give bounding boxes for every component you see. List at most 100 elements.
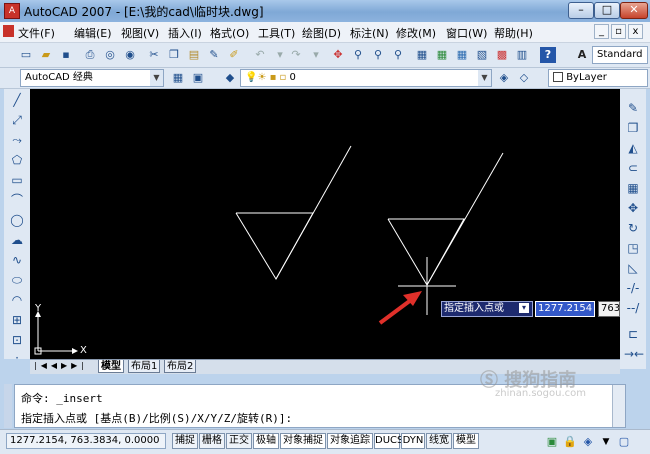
scale-icon[interactable]: ◳ bbox=[624, 239, 642, 257]
arc-icon[interactable]: ⌒ bbox=[8, 191, 26, 209]
menu-file[interactable]: 文件(F) bbox=[18, 25, 55, 41]
array-icon[interactable]: ▦ bbox=[624, 179, 642, 197]
lineweight-toggle[interactable]: 线宽 bbox=[426, 433, 452, 449]
offset-icon[interactable]: ⊂ bbox=[624, 159, 642, 177]
zoom-window-icon[interactable]: ⚲ bbox=[370, 47, 386, 63]
rotate-icon[interactable]: ↻ bbox=[624, 219, 642, 237]
menu-edit[interactable]: 编辑(E) bbox=[74, 25, 112, 41]
sheet-set-icon[interactable]: ▧ bbox=[474, 47, 490, 63]
print-preview-icon[interactable]: ◎ bbox=[102, 47, 118, 63]
document-icon[interactable] bbox=[3, 25, 14, 37]
otrack-toggle[interactable]: 对象追踪 bbox=[327, 433, 373, 449]
ellipse-arc-icon[interactable]: ◠ bbox=[8, 291, 26, 309]
break-icon[interactable]: ⊏ bbox=[624, 325, 642, 343]
redo-dropdown-icon[interactable]: ▾ bbox=[308, 47, 324, 63]
save-icon[interactable]: ▪ bbox=[58, 47, 74, 63]
layer-previous-icon[interactable]: ◇ bbox=[516, 70, 532, 86]
my-workspace-icon[interactable]: ▣ bbox=[190, 70, 206, 86]
autocad-app-icon[interactable]: A bbox=[4, 3, 20, 19]
calculator-icon[interactable]: ▥ bbox=[514, 47, 530, 63]
join-icon[interactable]: →← bbox=[624, 345, 644, 363]
undo-dropdown-icon[interactable]: ▾ bbox=[272, 47, 288, 63]
paste-icon[interactable]: ▤ bbox=[186, 47, 202, 63]
lock-icon[interactable]: 🔒 bbox=[562, 434, 578, 450]
osnap-toggle[interactable]: 对象捕捉 bbox=[280, 433, 326, 449]
snap-toggle[interactable]: 捕捉 bbox=[172, 433, 198, 449]
grid-toggle[interactable]: 栅格 bbox=[199, 433, 225, 449]
make-object-layer-current-icon[interactable]: ◈ bbox=[496, 70, 512, 86]
copy-icon[interactable]: ❐ bbox=[166, 47, 182, 63]
text-style-select[interactable]: Standard bbox=[592, 46, 648, 64]
communication-center-icon[interactable]: ▣ bbox=[544, 434, 560, 450]
tray-settings-icon[interactable]: ◈ bbox=[580, 434, 596, 450]
design-center-icon[interactable]: ▦ bbox=[434, 47, 450, 63]
clean-screen-icon[interactable]: ▢ bbox=[616, 434, 632, 450]
markup-icon[interactable]: ▩ bbox=[494, 47, 510, 63]
stretch-icon[interactable]: ◺ bbox=[624, 259, 642, 277]
model-space-toggle[interactable]: 模型 bbox=[453, 433, 479, 449]
point-icon[interactable]: · bbox=[8, 349, 26, 367]
redo-icon[interactable]: ↷ bbox=[288, 47, 304, 63]
polyline-icon[interactable]: ⤳ bbox=[8, 131, 26, 149]
menu-format[interactable]: 格式(O) bbox=[210, 25, 249, 41]
command-window-grip[interactable] bbox=[4, 384, 12, 428]
circle-icon[interactable]: ◯ bbox=[8, 211, 26, 229]
line-icon[interactable]: ╱ bbox=[8, 91, 26, 109]
pan-icon[interactable]: ✥ bbox=[330, 47, 346, 63]
publish-icon[interactable]: ◉ bbox=[122, 47, 138, 63]
match-properties-icon[interactable]: ✎ bbox=[206, 47, 222, 63]
dropdown-arrow-icon[interactable]: ▾ bbox=[519, 303, 529, 313]
maximize-button[interactable]: □ bbox=[594, 2, 620, 19]
revision-cloud-icon[interactable]: ☁ bbox=[8, 231, 26, 249]
tab-layout2[interactable]: 布局2 bbox=[164, 360, 197, 373]
menu-draw[interactable]: 绘图(D) bbox=[302, 25, 341, 41]
cut-icon[interactable]: ✂ bbox=[146, 47, 162, 63]
spline-icon[interactable]: ∿ bbox=[8, 251, 26, 269]
coordinate-readout[interactable]: 1277.2154, 763.3834, 0.0000 bbox=[6, 433, 166, 449]
minimize-button[interactable]: – bbox=[568, 2, 594, 19]
doc-minimize-button[interactable]: _ bbox=[594, 24, 609, 39]
workspace-settings-icon[interactable]: ▦ bbox=[170, 70, 186, 86]
dyn-toggle[interactable]: DYN bbox=[401, 433, 425, 449]
layer-properties-icon[interactable]: ◆ bbox=[222, 70, 238, 86]
properties-icon[interactable]: ▦ bbox=[414, 47, 430, 63]
ortho-toggle[interactable]: 正交 bbox=[226, 433, 252, 449]
new-icon[interactable]: ▭ bbox=[18, 47, 34, 63]
block-editor-icon[interactable]: ✐ bbox=[226, 47, 242, 63]
doc-close-button[interactable]: x bbox=[628, 24, 643, 39]
menu-window[interactable]: 窗口(W) bbox=[446, 25, 487, 41]
zoom-realtime-icon[interactable]: ⚲ bbox=[350, 47, 366, 63]
status-menu-chevron-icon[interactable]: ▼ bbox=[598, 434, 614, 450]
copy-object-icon[interactable]: ❐ bbox=[624, 119, 642, 137]
command-scrollbar[interactable] bbox=[612, 385, 625, 427]
construction-line-icon[interactable]: ⤢ bbox=[8, 111, 26, 129]
close-button[interactable]: ✕ bbox=[620, 2, 648, 19]
menu-modify[interactable]: 修改(M) bbox=[396, 25, 436, 41]
make-block-icon[interactable]: ⊡ bbox=[8, 331, 26, 349]
move-icon[interactable]: ✥ bbox=[624, 199, 642, 217]
workspace-select[interactable]: AutoCAD 经典 ▼ bbox=[20, 69, 164, 87]
tab-navigation-arrows[interactable]: |◀◀▶▶| bbox=[34, 361, 88, 370]
layer-select[interactable]: 💡☀ ▪ ▫ 0 ▼ bbox=[240, 69, 492, 87]
dynamic-input-y-field[interactable]: 763.3834 bbox=[598, 301, 620, 317]
text-style-icon[interactable]: A bbox=[574, 47, 590, 63]
print-icon[interactable]: ⎙ bbox=[82, 47, 98, 63]
polygon-icon[interactable]: ⬠ bbox=[8, 151, 26, 169]
erase-icon[interactable]: ✎ bbox=[624, 99, 642, 117]
extend-icon[interactable]: --/ bbox=[624, 299, 642, 317]
menu-help[interactable]: 帮助(H) bbox=[494, 25, 533, 41]
help-icon[interactable]: ? bbox=[540, 47, 556, 63]
command-prompt-line[interactable]: 指定插入点或 [基点(B)/比例(S)/X/Y/Z/旋转(R)]: bbox=[21, 410, 292, 426]
dynamic-input-x-field[interactable]: 1277.2154 bbox=[535, 301, 595, 317]
menu-tools[interactable]: 工具(T) bbox=[258, 25, 295, 41]
trim-icon[interactable]: -/- bbox=[624, 279, 642, 297]
ducs-toggle[interactable]: DUCS bbox=[374, 433, 403, 449]
rectangle-icon[interactable]: ▭ bbox=[8, 171, 26, 189]
menu-view[interactable]: 视图(V) bbox=[121, 25, 159, 41]
ellipse-icon[interactable]: ⬭ bbox=[8, 271, 26, 289]
open-folder-icon[interactable]: ▰ bbox=[38, 47, 54, 63]
mirror-icon[interactable]: ◭ bbox=[624, 139, 642, 157]
zoom-previous-icon[interactable]: ⚲ bbox=[390, 47, 406, 63]
menu-insert[interactable]: 插入(I) bbox=[168, 25, 202, 41]
menu-dimension[interactable]: 标注(N) bbox=[350, 25, 389, 41]
